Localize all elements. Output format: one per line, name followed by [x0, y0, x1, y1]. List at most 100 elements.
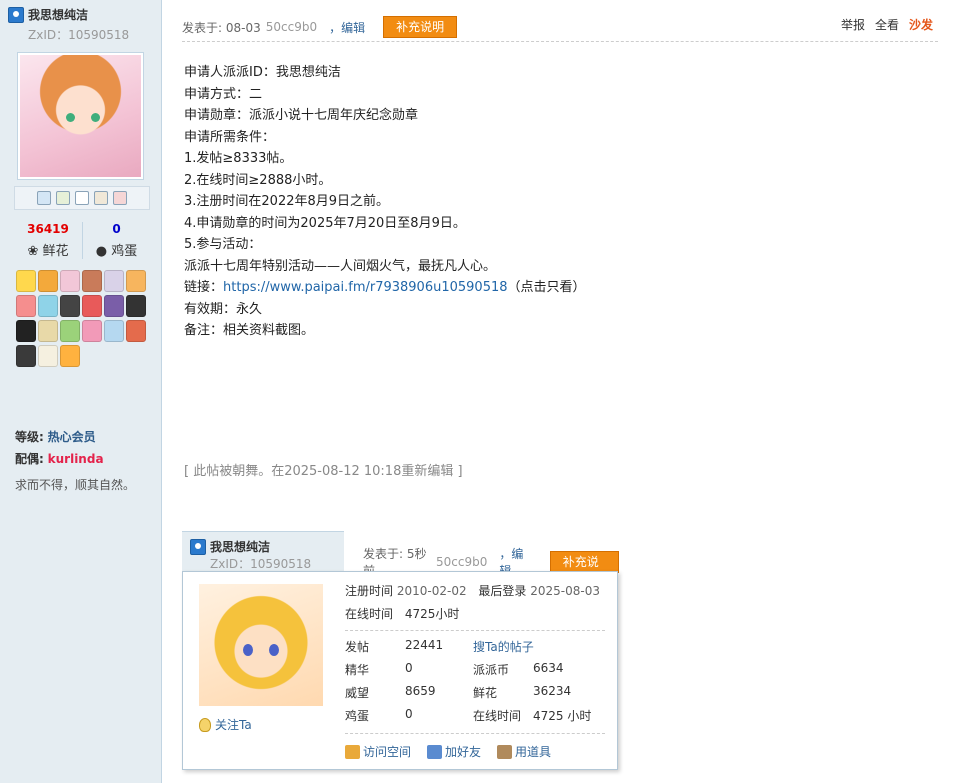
medal-icon[interactable]	[82, 295, 102, 317]
divider	[182, 41, 938, 42]
search-posts-link[interactable]: 搜Ta的帖子	[473, 638, 603, 661]
quote-post-ip: 50cc9b0	[435, 555, 488, 569]
follow-button[interactable]: 关注Ta	[199, 716, 252, 733]
online-label: 在线时间	[345, 607, 394, 621]
medal-icon[interactable]	[16, 270, 36, 292]
card-flowers-value: 36234	[533, 684, 572, 698]
floor-label[interactable]: 沙发	[909, 16, 933, 33]
body-line: 派派十七周年特别活动——人间烟火气，最抚凡人心。	[184, 258, 497, 274]
eggs-stat[interactable]: 0 ● 鸡蛋	[82, 222, 150, 259]
activity-link[interactable]: https://www.paipai.fm/r7938906u10590518	[223, 280, 508, 295]
item-tool-icon[interactable]	[113, 191, 127, 205]
author-stats: 36419 ❀ 鲜花 0 ● 鸡蛋	[14, 222, 150, 259]
level-label: 等级:	[15, 430, 44, 444]
medal-icon[interactable]	[16, 295, 36, 317]
add-friend-label: 加好友	[445, 745, 482, 759]
flowers-count: 36419	[27, 222, 69, 236]
medal-icon[interactable]	[38, 295, 58, 317]
link-line: 链接：https://www.paipai.fm/r7938906u105905…	[184, 277, 586, 299]
medal-icon[interactable]	[16, 320, 36, 342]
quote-supplement-button[interactable]: 补充说明	[549, 551, 619, 589]
post-time: 发表于: 08-03	[182, 20, 261, 35]
remark-line: 备注：相关资料截图。	[184, 323, 315, 338]
register-time-row: 注册时间 2010-02-02 最后登录 2025-08-03	[345, 582, 600, 599]
medal-icon[interactable]	[38, 320, 58, 342]
medal-icon[interactable]	[38, 345, 58, 367]
body-line: 3.注册时间在2022年8月9日之前。	[184, 194, 390, 209]
view-profile-icon[interactable]	[75, 191, 89, 205]
profile-stats-grid: 发帖 22441 搜Ta的帖子 精华 0 派派币 6634 威望 8659 鲜花…	[345, 638, 603, 730]
follow-label: 关注Ta	[215, 718, 252, 732]
medal-icon[interactable]	[126, 270, 146, 292]
body-line: 申请所需条件：	[184, 129, 276, 145]
medal-icon[interactable]	[104, 270, 124, 292]
coins-label: 派派币	[473, 663, 510, 677]
medal-icon[interactable]	[16, 345, 36, 367]
visit-space-button[interactable]: 访问空间	[345, 743, 411, 760]
level-value: 热心会员	[47, 430, 96, 444]
user-profile-card: 关注Ta 注册时间 2010-02-02 最后登录 2025-08-03 在线时…	[182, 571, 618, 770]
medal-icon[interactable]	[60, 345, 80, 367]
author-header: 我思想纯洁	[8, 6, 88, 23]
medal-icon[interactable]	[104, 295, 124, 317]
author-name[interactable]: 我思想纯洁	[28, 6, 88, 23]
post-tools: 举报 全看 沙发	[841, 16, 933, 33]
digest-label: 精华	[345, 663, 370, 677]
level-row: 等级: 热心会员	[15, 428, 96, 445]
signature: 求而不得，顺其自然。	[15, 478, 136, 492]
flowers-stat[interactable]: 36419 ❀ 鲜花	[14, 222, 82, 259]
add-friend-icon[interactable]	[56, 191, 70, 205]
post-ip: 50cc9b0	[265, 20, 318, 34]
posts-label: 发帖	[345, 640, 370, 654]
edit-link[interactable]: ，编辑	[329, 19, 365, 36]
medal-icon[interactable]	[60, 320, 80, 342]
medal-icon[interactable]	[82, 320, 102, 342]
flowers-label: 鲜花	[42, 244, 69, 259]
mate-link[interactable]: kurlinda	[48, 452, 104, 466]
edit-history-note: [ 此帖被朝舞。在2025-08-12 10:18重新编辑 ]	[184, 464, 463, 479]
medal-wall	[16, 270, 148, 368]
quote-author-header: 我思想纯洁 ZxID：10590518	[182, 531, 344, 571]
visit-space-label: 访问空间	[363, 745, 412, 759]
eggs-label: 鸡蛋	[111, 244, 138, 259]
hammer-icon	[497, 744, 513, 759]
post-meta: 发表于: 08-03 50cc9b0 ，编辑 补充说明	[182, 16, 458, 38]
medal-icon[interactable]	[60, 295, 80, 317]
supplement-button[interactable]: 补充说明	[383, 16, 458, 38]
card-eggs-value: 0	[405, 707, 413, 721]
body-line: 申请方式：二	[184, 86, 263, 102]
flower-icon: ❀	[27, 244, 39, 259]
medal-icon[interactable]	[126, 295, 146, 317]
author-sidebar: 我思想纯洁 ZxID：10590518 36419 ❀ 鲜花 0 ● 鸡蛋 等级…	[0, 0, 162, 783]
use-item-label: 用道具	[515, 745, 552, 759]
medal-icon[interactable]	[126, 320, 146, 342]
card-actions: 访问空间 加好友 用道具	[345, 743, 551, 760]
validity-line: 有效期：永久	[184, 301, 263, 317]
card-online-label: 在线时间	[473, 709, 522, 723]
message-icon[interactable]	[37, 191, 51, 205]
profile-card-avatar[interactable]	[199, 584, 323, 706]
home-icon	[345, 744, 360, 759]
body-line: 2.在线时间≥2888小时。	[184, 172, 332, 188]
avatar[interactable]	[17, 52, 144, 180]
embedded-screenshot: 我思想纯洁 ZxID：10590518 发表于: 5秒前 50cc9b0 ，编辑…	[182, 531, 619, 770]
online-value: 4725小时	[404, 607, 460, 621]
medal-icon[interactable]	[38, 270, 58, 292]
posts-value: 22441	[405, 638, 444, 652]
digest-value: 0	[405, 661, 413, 675]
card-divider	[345, 630, 605, 631]
medal-icon[interactable]	[60, 270, 80, 292]
profile-card-icon[interactable]	[94, 191, 108, 205]
medal-icon[interactable]	[104, 320, 124, 342]
medal-icon[interactable]	[82, 270, 102, 292]
view-all-link[interactable]: 全看	[875, 16, 899, 33]
quote-author-name[interactable]: 我思想纯洁	[210, 538, 270, 555]
register-label: 注册时间	[345, 584, 394, 598]
post-content-area: 发表于: 08-03 50cc9b0 ，编辑 补充说明 举报 全看 沙发 申请人…	[162, 0, 963, 783]
card-flowers-label: 鲜花	[473, 686, 498, 700]
card-eggs-label: 鸡蛋	[345, 709, 370, 723]
use-item-button[interactable]: 用道具	[497, 743, 551, 760]
body-line: 4.申请勋章的时间为2025年7月20日至8月9日。	[184, 215, 466, 231]
add-friend-button[interactable]: 加好友	[427, 743, 481, 760]
report-link[interactable]: 举报	[841, 16, 865, 33]
